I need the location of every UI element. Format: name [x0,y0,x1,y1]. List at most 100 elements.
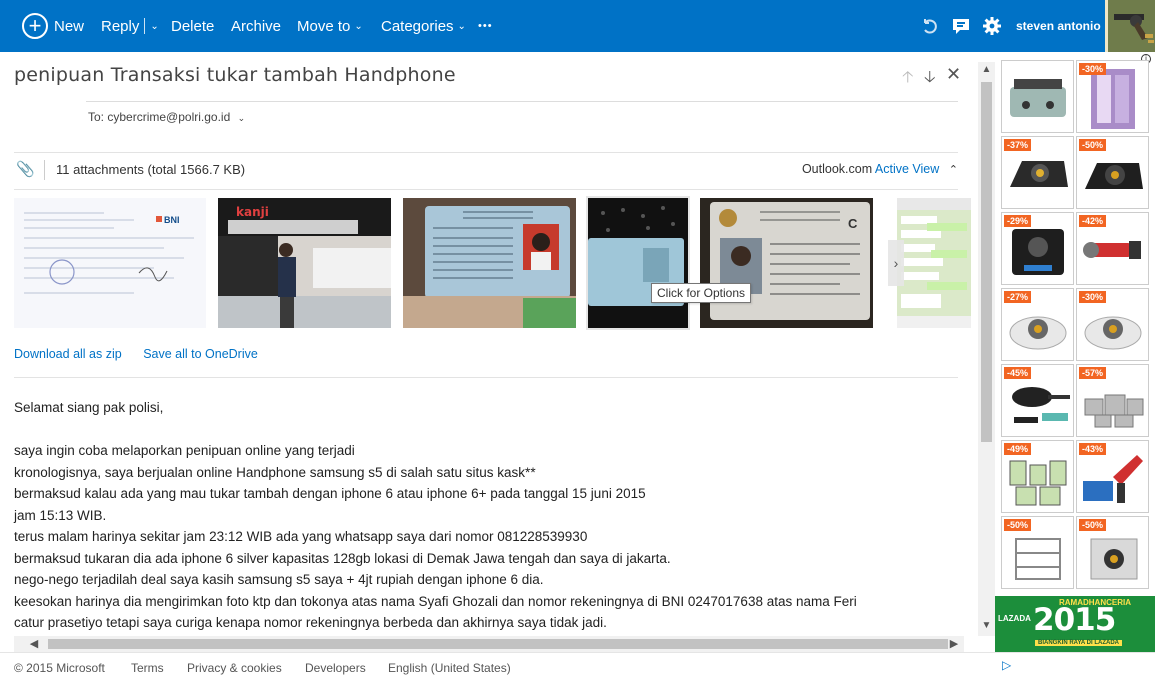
ad-tile[interactable]: -30% [1076,60,1149,133]
horizontal-scrollbar[interactable]: ◀ ▶ [14,636,964,652]
ad-tile[interactable]: -50% [1076,136,1149,209]
save-onedrive-link[interactable]: Save all to OneDrive [143,347,258,361]
banner-year: 2015 [1033,602,1116,638]
more-dots-icon: ••• [478,20,493,32]
categories-button[interactable]: Categories ⌄ [381,0,466,52]
discount-badge: -50% [1079,139,1107,151]
vertical-scrollbar[interactable]: ▲ ▼ [978,62,995,636]
ad-tile[interactable]: -49% [1001,440,1074,513]
body-line: bermaksud tukaran dia ada iphone 6 silve… [14,550,671,566]
undo-icon [924,19,937,34]
chat-icon [953,19,969,34]
tooltip: Click for Options [651,283,752,303]
gear-icon [983,17,1001,35]
undo-button[interactable] [921,0,939,52]
categories-label: Categories [381,17,454,35]
chevron-up-icon[interactable]: ⌃ [949,164,958,176]
body-line: catur prasetiyo tetapi saya curiga kenap… [14,615,607,630]
discount-badge: -50% [1079,519,1107,531]
new-label: New [54,17,85,35]
delete-label: Delete [171,17,215,35]
discount-badge: -45% [1004,367,1032,379]
ad-tile[interactable]: -37% [1001,136,1074,209]
attachment-thumbnail-chat-screenshot[interactable] [897,198,971,328]
reading-pane: penipuan Transaksi tukar tambah Handphon… [0,52,978,636]
attachment-thumbnail-id-card[interactable] [403,198,576,328]
adchoices-icon[interactable]: ▷ [1002,658,1011,672]
ad-tile[interactable]: -45% [1001,364,1074,437]
ad-tile[interactable]: -50% [1076,516,1149,589]
archive-button[interactable]: Archive [231,0,281,52]
copyright: © 2015 Microsoft [14,661,105,675]
attachment-thumbnail-dark-photo[interactable] [586,196,690,330]
scroll-up-icon[interactable]: ▲ [978,64,995,78]
scrollbar-thumb[interactable] [981,82,992,442]
ad-tile[interactable]: -43% [1076,440,1149,513]
move-to-button[interactable]: Move to ⌄ [297,0,363,52]
attachment-thumbnail-bank-receipt[interactable]: BNI [14,198,206,328]
avatar[interactable] [1105,0,1155,52]
ad-tile[interactable]: -42% [1076,212,1149,285]
ad-tile[interactable] [1001,60,1074,133]
ad-tile[interactable]: -29% [1001,212,1074,285]
message-subject: penipuan Transaksi tukar tambah Handphon… [14,64,456,86]
scroll-right-icon[interactable]: ▶ [946,636,962,652]
user-name-label: steven antonio [1016,19,1101,33]
previous-message-arrow-icon[interactable]: 🡡 [902,66,914,93]
reply-divider [144,18,146,34]
recipient-line[interactable]: To: cybercrime@polri.go.id ⌄ [88,110,245,124]
privacy-link[interactable]: Privacy & cookies [187,661,282,675]
body-line: terus malam harinya sekitar jam 23:12 WI… [14,529,588,544]
ad-tile[interactable]: -50% [1001,516,1074,589]
download-all-link[interactable]: Download all as zip [14,347,122,361]
close-icon[interactable]: ✕ [946,64,961,85]
more-options-button[interactable]: ••• [478,0,493,52]
discount-badge: -29% [1004,215,1032,227]
developers-link[interactable]: Developers [305,661,366,675]
banner-subtitle: BIANGKIN RAYA DI LAZADA [1035,640,1123,646]
attachment-thumbnail-shop-photo[interactable]: kanji [218,198,391,328]
terms-link[interactable]: Terms [131,661,164,675]
command-bar: + New Reply ⌄ Delete Archive Move to ⌄ C… [0,0,1155,52]
lazada-banner[interactable]: RAMADHANCERIA LAZADA 2015 BIANGKIN RAYA … [995,596,1155,652]
body-line: kronologisnya, saya berjualan online Han… [14,464,536,480]
body-line: Selamat siang pak polisi, [14,400,164,415]
discount-badge: -30% [1079,63,1107,75]
attachments-bar: 📎 11 attachments (total 1566.7 KB) Outlo… [14,160,958,180]
chevron-down-icon[interactable]: ⌄ [150,21,158,32]
user-name[interactable]: steven antonio [1016,0,1101,52]
settings-button[interactable] [983,0,1001,52]
discount-badge: -49% [1004,443,1032,455]
divider [14,189,958,190]
chevron-down-icon: ⌄ [457,20,466,32]
viewer-label: Outlook.com [801,162,873,176]
chat-button[interactable] [952,0,970,52]
archive-label: Archive [231,17,282,35]
attachment-thumbnail-license-card[interactable]: C [700,198,873,328]
chevron-down-icon[interactable]: ⌄ [238,113,246,123]
banner-brand: LAZADA [998,614,1031,623]
to-label: To: [88,110,105,124]
ad-tile[interactable]: -57% [1076,364,1149,437]
message-body: Selamat siang pak polisi, saya ingin cob… [14,397,964,634]
chevron-right-icon[interactable]: › [888,240,904,286]
scrollbar-thumb[interactable] [48,639,948,649]
ad-tile[interactable]: -30% [1076,288,1149,361]
scroll-left-icon[interactable]: ◀ [26,636,42,652]
language-link[interactable]: English (United States) [388,661,511,675]
ad-panel: i -30% -37% -50% -29% -42% -27% -30% -45… [995,52,1155,652]
revolver-picture-icon [1114,14,1154,43]
ad-tile[interactable]: -27% [1001,288,1074,361]
new-button[interactable]: + New [22,0,84,52]
body-line [14,419,964,441]
active-view-link[interactable]: Active View [875,162,939,176]
next-message-arrow-icon[interactable]: 🡣 [924,66,936,93]
body-line: nego-nego terjadilah deal saya kasih sam… [14,572,544,587]
scroll-down-icon[interactable]: ▼ [978,620,995,634]
paperclip-icon: 📎 [16,161,35,178]
reply-button[interactable]: Reply ⌄ [101,0,159,52]
discount-badge: -43% [1079,443,1107,455]
svg-text:BNI: BNI [164,215,180,225]
delete-button[interactable]: Delete [171,0,214,52]
to-address[interactable]: cybercrime@polri.go.id [107,110,230,124]
